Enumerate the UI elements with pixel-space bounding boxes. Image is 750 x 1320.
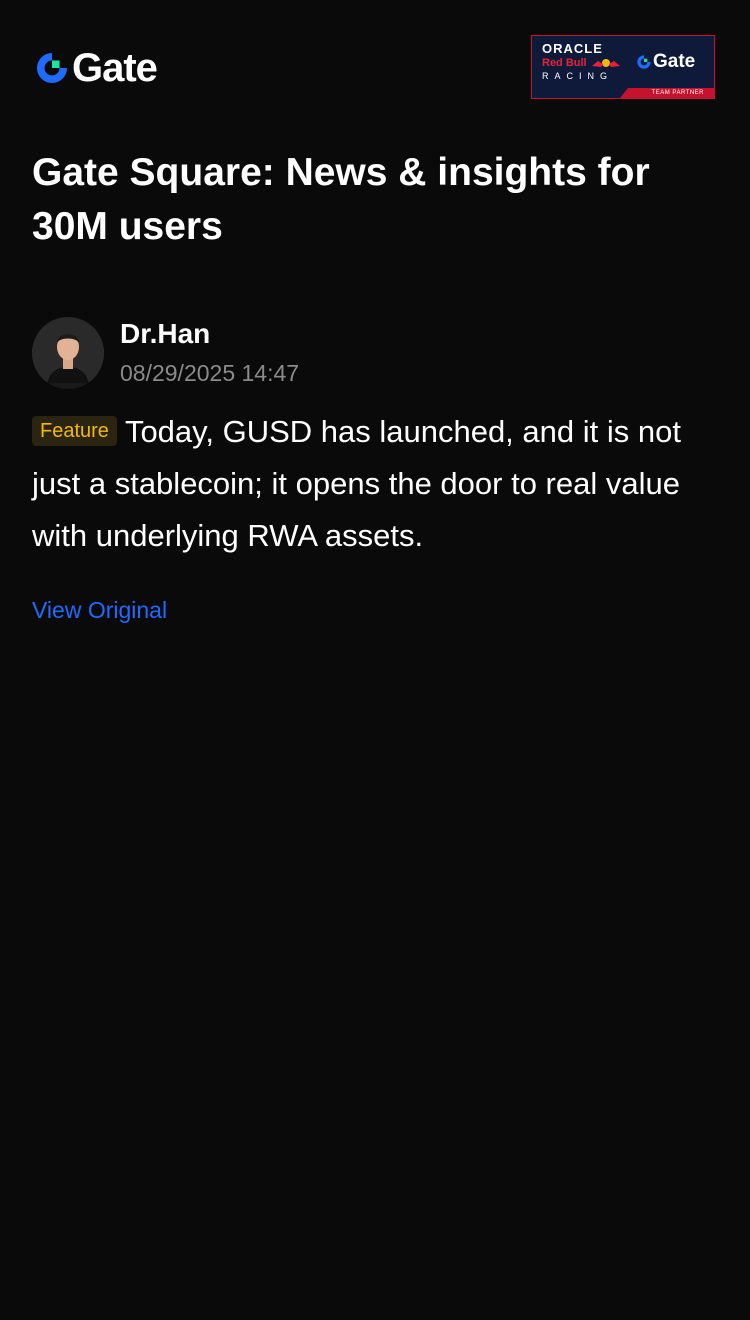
page: Gate ORACLE Red Bull RACING Gate TEAM PA… [0,0,750,1320]
post-text: Today, GUSD has launched, and it is not … [32,414,681,553]
redbull-text: Red Bull [542,57,587,69]
team-partner-text: TEAM PARTNER [651,90,704,96]
header: Gate ORACLE Red Bull RACING Gate TEAM PA… [34,35,715,101]
feature-tag: Feature [32,416,117,446]
page-title: Gate Square: News & insights for 30M use… [32,151,650,248]
redbull-bulls-icon [591,59,620,67]
post-body: Feature Today, GUSD has launched, and it … [32,406,722,562]
gate-logo-icon [37,53,68,83]
banner-gate-text: Gate [653,51,696,72]
oracle-redbull-logo: ORACLE Red Bull RACING [542,42,622,82]
redbull-wordmark: Red Bull [542,56,622,70]
post-timestamp: 08/29/2025 14:47 [120,360,300,386]
banner-gate-icon [637,55,652,69]
avatar-portrait-icon [32,317,104,389]
avatar[interactable] [32,317,104,389]
oracle-text: ORACLE [542,41,603,56]
banner-gate-logo: Gate [636,52,695,72]
gate-logo-text: Gate [72,46,158,90]
view-original-link[interactable]: View Original [32,594,167,626]
team-partner-banner[interactable]: ORACLE Red Bull RACING Gate TEAM PARTNER [531,35,715,99]
author-name[interactable]: Dr.Han [120,316,299,352]
racing-text: RACING [542,71,614,81]
author-block: Dr.Han 08/29/2025 14:47 [32,316,299,390]
author-info: Dr.Han 08/29/2025 14:47 [120,316,299,390]
gate-logo[interactable]: Gate [34,46,158,90]
